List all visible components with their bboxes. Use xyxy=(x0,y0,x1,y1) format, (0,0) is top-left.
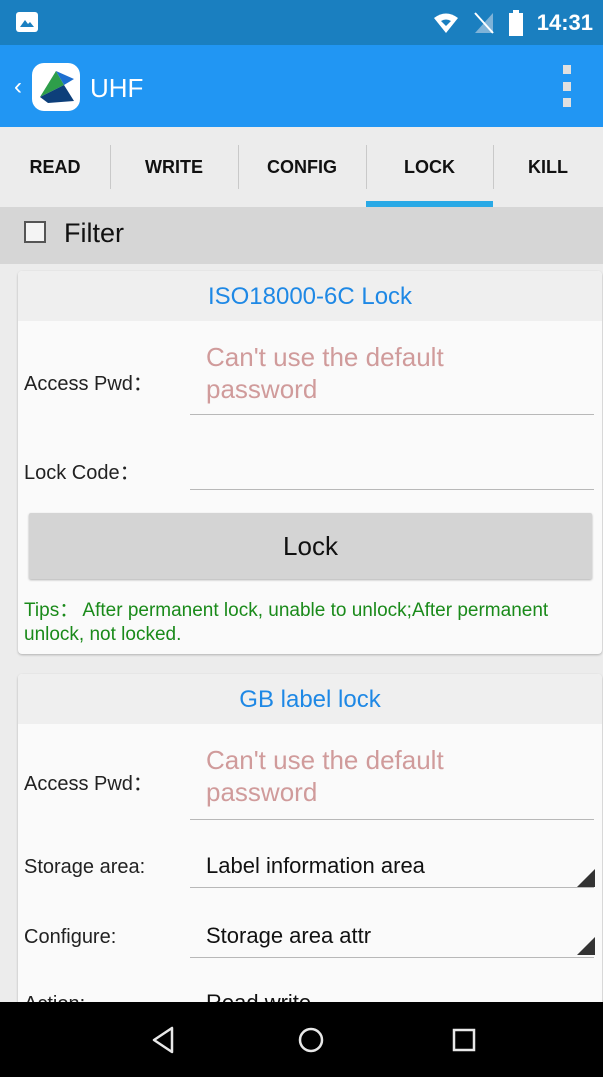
tab-label: WRITE xyxy=(145,156,203,177)
access-pwd-label: Access Pwd： xyxy=(24,773,153,795)
tab-label: CONFIG xyxy=(267,156,337,177)
no-sim-icon xyxy=(473,12,494,34)
tab-label: KILL xyxy=(528,156,568,177)
image-icon xyxy=(16,12,38,32)
navigation-bar xyxy=(0,1002,603,1077)
dropdown-arrow-icon xyxy=(577,869,595,887)
access-pwd-input[interactable]: Can't use the default password xyxy=(206,744,506,808)
lock-button[interactable]: Lock xyxy=(29,513,592,579)
storage-area-spinner[interactable]: Label information area xyxy=(206,853,425,879)
wifi-icon xyxy=(433,13,458,33)
recents-square-icon[interactable] xyxy=(446,1022,482,1058)
lock-code-input[interactable] xyxy=(190,441,594,487)
home-circle-icon[interactable] xyxy=(293,1022,329,1058)
app-logo-icon[interactable] xyxy=(30,61,82,113)
filter-label[interactable]: Filter xyxy=(64,218,124,249)
app-title: UHF xyxy=(90,73,144,103)
access-pwd-input[interactable]: Can't use the default password xyxy=(206,341,506,405)
input-underline xyxy=(190,414,594,415)
tab-bar: READ WRITE CONFIG LOCK KILL xyxy=(0,127,603,208)
iso-lock-card: ISO18000-6C Lock Access Pwd： Can't use t… xyxy=(18,271,602,654)
access-pwd-label: Access Pwd： xyxy=(24,373,153,395)
lock-code-label: Lock Code： xyxy=(24,462,140,484)
card-title: ISO18000-6C Lock xyxy=(207,283,413,310)
tips-text: Tips： After permanent lock, unable to un… xyxy=(24,600,549,645)
tab-write[interactable]: WRITE xyxy=(110,127,238,207)
status-time: 14:31 xyxy=(536,10,593,35)
overflow-menu-icon[interactable] xyxy=(563,65,571,107)
configure-label: Configure: xyxy=(24,926,117,948)
back-icon[interactable]: ‹ xyxy=(14,75,22,99)
status-bar: 14:31 xyxy=(0,0,603,45)
input-underline xyxy=(190,887,594,888)
tab-config[interactable]: CONFIG xyxy=(238,127,366,207)
storage-area-label: Storage area: xyxy=(24,856,146,878)
battery-icon xyxy=(508,10,523,36)
tab-kill[interactable]: KILL xyxy=(493,127,603,207)
filter-checkbox[interactable] xyxy=(24,221,46,243)
tab-label: READ xyxy=(29,156,81,177)
tab-read[interactable]: READ xyxy=(0,127,110,207)
dropdown-arrow-icon xyxy=(577,937,595,955)
input-underline xyxy=(190,819,594,820)
input-underline xyxy=(190,489,594,490)
gb-lock-card: GB label lock Access Pwd： Can't use the … xyxy=(18,674,602,1015)
input-underline xyxy=(190,957,594,958)
back-triangle-icon[interactable] xyxy=(146,1022,182,1058)
configure-spinner[interactable]: Storage area attr xyxy=(206,923,371,949)
tab-lock[interactable]: LOCK xyxy=(366,127,493,207)
app-bar: ‹ UHF xyxy=(0,45,603,127)
card-title: GB label lock xyxy=(239,686,381,713)
tab-label: LOCK xyxy=(404,156,455,177)
